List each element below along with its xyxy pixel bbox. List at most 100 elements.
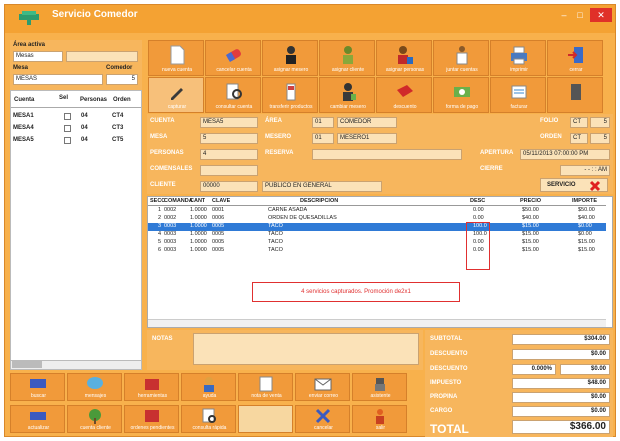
mesa-field[interactable]: MESAS — [13, 74, 103, 85]
factura-button[interactable]: facturar — [490, 77, 546, 113]
cell-precio: $40.00 — [522, 215, 539, 221]
table-row[interactable]: 2 0002 1.0000 0006 ORDEN DE QUESADILLAS … — [148, 215, 606, 223]
servicio-button[interactable]: SERVICIO — [540, 178, 608, 192]
juntar-button[interactable]: juntar cuentas — [433, 40, 489, 76]
consulta-button[interactable]: consulta rápida — [181, 405, 236, 433]
extra-button[interactable] — [547, 77, 603, 113]
notes-label: NOTAS — [152, 336, 173, 342]
cuenta-cliente-button[interactable]: cuenta cliente — [67, 405, 122, 433]
cargo-value[interactable]: $0.00 — [512, 406, 610, 417]
consultar-label: consultar cuenta — [215, 104, 253, 110]
cerrar-button[interactable]: cerrar — [547, 40, 603, 76]
table-row-selected[interactable]: 3 0003 1.0000 0005 TACO 100.0 $15.00 $0.… — [148, 223, 606, 231]
config-field[interactable]: 5 — [106, 74, 138, 85]
robot-button[interactable]: asistente — [352, 373, 407, 401]
col-orden: Orden — [113, 97, 131, 103]
notas-button[interactable]: nota de venta — [238, 373, 293, 401]
cerrar-label: cerrar — [569, 67, 583, 73]
cell-desc: TACO — [268, 223, 283, 229]
area-select[interactable]: Mesas — [13, 51, 63, 62]
consultar-button[interactable]: consultar cuenta — [205, 77, 261, 113]
imprimir-button[interactable]: imprimir — [490, 40, 546, 76]
cell-desc: CARNE ASADA — [268, 207, 308, 213]
list-item-checkbox[interactable] — [64, 125, 71, 132]
factura-label: facturar — [510, 104, 528, 110]
table-row[interactable]: 4 0003 1.0000 0005 TACO 100.0 $15.00 $0.… — [148, 231, 606, 239]
area-info-label: ÁREA — [265, 118, 283, 124]
reserva-field[interactable] — [312, 149, 462, 160]
ordenes-button[interactable]: ordenes pendientes — [124, 405, 179, 433]
cuenta-field[interactable]: MESA5 — [200, 117, 258, 128]
table-row[interactable]: 5 0003 1.0000 0005 TACO 0.00 $15.00 $15.… — [148, 239, 606, 247]
table-hscrollbar[interactable] — [148, 319, 606, 327]
personas-button[interactable]: asignar personas — [376, 40, 432, 76]
borrar-button[interactable]: cancelar cuenta — [205, 40, 261, 76]
cell-comanda: 0002 — [164, 207, 177, 213]
list-item-checkbox[interactable] — [64, 113, 71, 120]
list-item[interactable]: MESA5 04 CT5 — [11, 136, 139, 145]
discount-highlight — [466, 222, 490, 270]
area-code-field[interactable]: 01 — [312, 117, 334, 128]
chat-icon — [87, 377, 103, 389]
blank-button[interactable] — [238, 405, 293, 433]
cell-precio: $15.00 — [522, 247, 539, 253]
list-hscroll-thumb[interactable] — [12, 361, 42, 368]
nuevo-button[interactable]: nueva cuenta — [148, 40, 204, 76]
mesero-code-field[interactable]: 01 — [312, 133, 334, 144]
actualizar-button[interactable]: actualizar — [10, 405, 65, 433]
mensajes-label: mensajes — [84, 393, 107, 399]
cliente-code-field[interactable]: 00000 — [200, 181, 258, 192]
magnify-icon — [202, 408, 216, 423]
list-item-checkbox[interactable] — [64, 137, 71, 144]
cuenta-label: CUENTA — [150, 118, 175, 124]
maximize-button[interactable]: □ — [573, 8, 587, 22]
table-row[interactable]: 6 0003 1.0000 0005 TACO 0.00 $15.00 $15.… — [148, 247, 606, 255]
capturar-button[interactable]: capturar — [148, 77, 204, 113]
descuento-value: $0.00 — [512, 349, 610, 360]
list-item[interactable]: MESA4 04 CT3 — [11, 124, 139, 133]
buscar-button[interactable]: buscar — [10, 373, 65, 401]
cancelar-button[interactable]: cancelar — [295, 405, 350, 433]
subtotal-label: SUBTOTAL — [430, 336, 463, 342]
cell-secc: 1 — [158, 207, 162, 213]
cell-cant: 1.0000 — [190, 215, 207, 221]
ayuda-button[interactable]: ayuda — [181, 373, 236, 401]
cell-importe: $15.00 — [578, 247, 595, 253]
mesa-info-label: MESA — [150, 134, 168, 140]
propina-value[interactable]: $0.00 — [512, 392, 610, 403]
personas-info-label: PERSONAS — [150, 150, 184, 156]
herramientas-button[interactable]: herramientas — [124, 373, 179, 401]
cambiar-mesero-button[interactable]: cambiar mesero — [319, 77, 375, 113]
mesa-info-field[interactable]: 5 — [200, 133, 258, 144]
comensales-field[interactable] — [200, 165, 258, 176]
close-button[interactable]: ✕ — [590, 8, 612, 22]
ayuda-label: ayuda — [202, 393, 217, 399]
cliente-button[interactable]: asignar cliente — [319, 40, 375, 76]
list-item-personas: 04 — [81, 113, 88, 119]
pagar-button[interactable]: forma de pago — [433, 77, 489, 113]
descuento-button[interactable]: descuento — [376, 77, 432, 113]
table-row[interactable]: 1 0002 1.0000 0001 CARNE ASADA 0.00 $50.… — [148, 207, 606, 215]
impuesto-label: IMPUESTO — [430, 380, 462, 386]
mesero-name-field: MESERO1 — [337, 133, 397, 144]
cierre-field: - - : : AM — [560, 165, 610, 176]
notes-field[interactable] — [193, 333, 419, 365]
cell-desc: TACO — [268, 231, 283, 237]
salir-button[interactable]: salir — [352, 405, 407, 433]
list-item-cuenta: MESA5 — [13, 137, 34, 143]
refresh-icon — [30, 412, 46, 420]
list-item[interactable]: MESA1 04 CT4 — [11, 112, 139, 121]
th-comanda: COMANDA — [164, 198, 193, 204]
customer-icon — [343, 46, 353, 64]
personas-info-field[interactable]: 4 — [200, 149, 258, 160]
robot-icon — [375, 378, 385, 391]
mensajes-button[interactable]: mensajes — [67, 373, 122, 401]
window-title: Servicio Comedor — [52, 9, 138, 20]
desc-pct-field[interactable]: 0.000% — [512, 364, 556, 375]
minimize-button[interactable]: – — [557, 8, 571, 22]
cliente-info-label: CLIENTE — [150, 182, 176, 188]
transferir-button[interactable]: transferir productos — [262, 77, 318, 113]
mesero-button[interactable]: asignar mesero — [262, 40, 318, 76]
correo-button[interactable]: enviar correo — [295, 373, 350, 401]
area-extra-field[interactable] — [66, 51, 138, 62]
